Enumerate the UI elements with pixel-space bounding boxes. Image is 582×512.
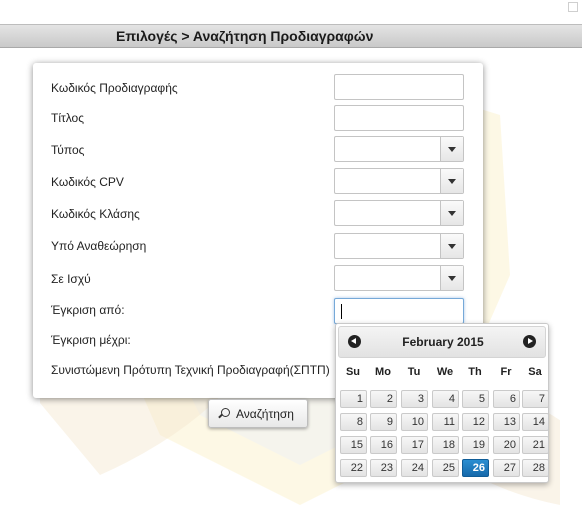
day-cell[interactable]: 15 <box>340 436 367 454</box>
label-approval-from: Έγκριση από: <box>51 303 125 317</box>
weekday-label: We <box>436 366 454 378</box>
day-cell[interactable]: 3 <box>401 390 428 408</box>
day-cell[interactable]: 18 <box>432 436 459 454</box>
chevron-down-icon[interactable] <box>440 234 463 258</box>
day-cell[interactable]: 9 <box>370 413 397 431</box>
weekday-label: Fr <box>500 366 512 378</box>
magnifier-icon <box>221 408 230 417</box>
chevron-down-icon[interactable] <box>440 266 463 290</box>
label-under-revision: Υπό Αναθεώρηση <box>51 239 147 253</box>
day-cell[interactable]: 16 <box>370 436 397 454</box>
day-cell[interactable]: 7 <box>522 390 549 408</box>
weekday-label: Mo <box>375 366 391 378</box>
cpv-select[interactable] <box>334 168 464 194</box>
day-cell[interactable]: 28 <box>522 459 549 477</box>
text-caret <box>341 304 342 319</box>
day-cell[interactable]: 10 <box>401 413 428 431</box>
day-cell[interactable]: 1 <box>340 390 367 408</box>
weekday-label: Tu <box>407 366 421 378</box>
day-cell[interactable]: 12 <box>462 413 489 431</box>
day-cell[interactable]: 21 <box>522 436 549 454</box>
label-class-code: Κωδικός Κλάσης <box>51 207 140 221</box>
chevron-down-icon[interactable] <box>440 201 463 225</box>
in-force-select[interactable] <box>334 265 464 291</box>
day-cell[interactable]: 4 <box>432 390 459 408</box>
day-cell[interactable]: 19 <box>462 436 489 454</box>
day-cell[interactable]: 25 <box>432 459 459 477</box>
label-approval-to: Έγκριση μέχρι: <box>51 333 131 347</box>
close-icon[interactable] <box>568 2 578 12</box>
day-cell[interactable]: 23 <box>370 459 397 477</box>
label-spec-code: Κωδικός Προδιαγραφής <box>51 81 178 95</box>
next-month-icon[interactable] <box>523 335 536 348</box>
day-cell[interactable]: 22 <box>340 459 367 477</box>
weekday-label: Th <box>468 366 482 378</box>
day-cell[interactable]: 11 <box>432 413 459 431</box>
chevron-down-icon[interactable] <box>440 169 463 193</box>
under-revision-select[interactable] <box>334 233 464 259</box>
datepicker-header: February 2015 <box>338 326 546 358</box>
day-cell[interactable]: 24 <box>401 459 428 477</box>
day-cell[interactable]: 5 <box>462 390 489 408</box>
spec-code-input[interactable] <box>334 74 464 100</box>
label-in-force: Σε Ισχύ <box>51 272 91 286</box>
class-code-select[interactable] <box>334 200 464 226</box>
day-cell-selected[interactable]: 26 <box>462 459 489 477</box>
day-cell[interactable]: 17 <box>401 436 428 454</box>
label-type: Τύπος <box>51 143 85 157</box>
search-button[interactable]: Αναζήτηση <box>208 399 308 428</box>
day-cell[interactable]: 14 <box>522 413 549 431</box>
day-cell[interactable]: 27 <box>493 459 520 477</box>
label-cpv: Κωδικός CPV <box>51 175 124 189</box>
chevron-down-icon[interactable] <box>440 137 463 161</box>
day-cell[interactable]: 13 <box>493 413 520 431</box>
type-select[interactable] <box>334 136 464 162</box>
month-label: February 2015 <box>402 335 484 349</box>
day-cell[interactable]: 6 <box>493 390 520 408</box>
page-titlebar: Επιλογές > Αναζήτηση Προδιαγραφών <box>0 24 582 48</box>
approval-from-input[interactable] <box>334 298 464 324</box>
window-top <box>0 0 582 24</box>
weekday-label: Su <box>345 366 361 378</box>
title-input[interactable] <box>334 105 464 131</box>
datepicker: February 2015 Su Mo Tu We Th Fr Sa 1 2 3… <box>335 323 549 483</box>
label-recommended-spec: Συνιστώμενη Πρότυπη Τεχνική Προδιαγραφή(… <box>51 363 330 377</box>
day-cell[interactable]: 20 <box>493 436 520 454</box>
search-button-label: Αναζήτηση <box>236 407 294 421</box>
day-cell[interactable]: 2 <box>370 390 397 408</box>
weekday-label: Sa <box>528 366 542 378</box>
breadcrumb: Επιλογές > Αναζήτηση Προδιαγραφών <box>116 28 374 44</box>
label-title: Τίτλος <box>51 111 85 125</box>
day-cell[interactable]: 8 <box>340 413 367 431</box>
